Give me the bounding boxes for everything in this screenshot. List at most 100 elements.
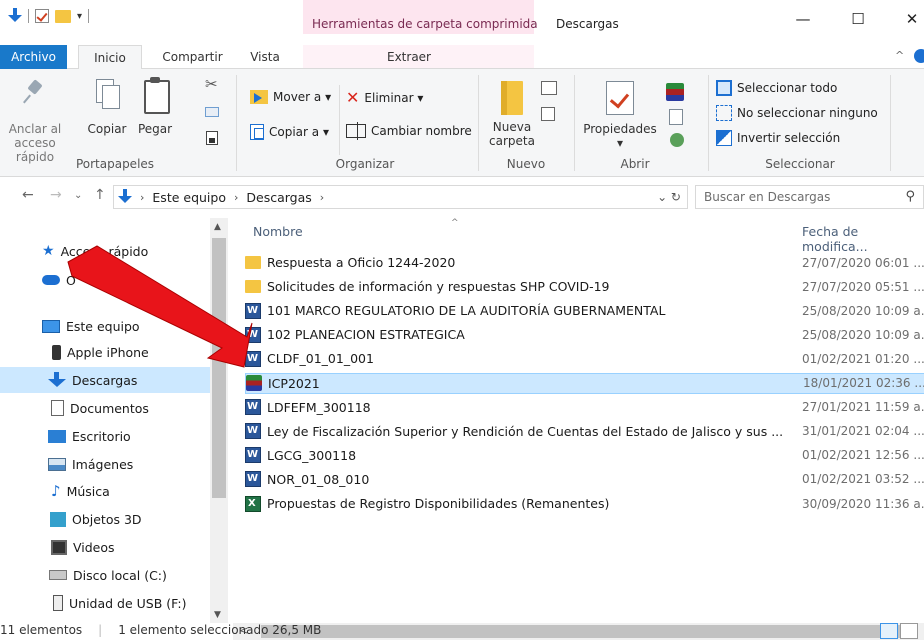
customize-toolbar-chevron-icon[interactable]: ▾ bbox=[77, 11, 82, 22]
breadcrumb-chevron-icon[interactable]: › bbox=[320, 191, 324, 204]
file-name: Ley de Fiscalización Superior y Rendició… bbox=[267, 423, 784, 439]
properties-label: Propiedades bbox=[583, 122, 657, 136]
group-divider bbox=[890, 75, 891, 171]
nav-item-apple-iphone[interactable]: Apple iPhone bbox=[0, 339, 210, 365]
back-arrow-icon[interactable]: ← bbox=[22, 187, 34, 203]
title-bar: ▾ Herramientas de carpeta comprimida Des… bbox=[0, 0, 924, 34]
paste-button[interactable]: Pegar bbox=[133, 77, 177, 136]
select-all-button[interactable]: Seleccionar todo bbox=[716, 80, 837, 96]
delete-button[interactable]: ✕ Eliminar ▾ bbox=[346, 90, 423, 106]
open-with-winrar-icon[interactable] bbox=[666, 83, 684, 101]
rename-button[interactable]: Cambiar nombre bbox=[346, 122, 472, 140]
nav-item-imagenes[interactable]: Imágenes bbox=[0, 451, 210, 477]
new-folder-quick-icon[interactable] bbox=[55, 9, 71, 23]
address-bar-row: ← → ⌄ ↑ › Este equipo › Descargas › ⌄ ↻ … bbox=[0, 182, 924, 212]
new-folder-button[interactable]: Nueva carpeta bbox=[484, 81, 540, 148]
collapse-ribbon-icon[interactable]: ^ bbox=[895, 49, 904, 62]
copy-path-icon[interactable] bbox=[205, 107, 219, 117]
select-none-button[interactable]: No seleccionar ninguno bbox=[716, 105, 878, 121]
file-row[interactable]: ICP2021 18/01/2021 02:36 ... bbox=[245, 372, 924, 394]
quick-access-toolbar: ▾ bbox=[8, 8, 90, 24]
nav-item-documentos[interactable]: Documentos bbox=[0, 395, 210, 421]
file-row[interactable]: Respuesta a Oficio 1244-2020 27/07/2020 0… bbox=[245, 252, 924, 273]
maximize-button[interactable]: ☐ bbox=[835, 10, 881, 32]
details-view-icon[interactable] bbox=[880, 623, 898, 639]
nav-item-videos[interactable]: Videos bbox=[0, 534, 210, 560]
horizontal-scrollbar-thumb[interactable] bbox=[261, 625, 901, 638]
properties-button[interactable]: Propiedades ▾ bbox=[582, 81, 658, 150]
file-row[interactable]: NOR_01_08_010 01/02/2021 03:52 ... bbox=[245, 469, 924, 490]
breadcrumb-chevron-icon[interactable]: › bbox=[140, 191, 144, 204]
horizontal-scrollbar[interactable]: < bbox=[233, 623, 924, 640]
nav-scrollbar-thumb[interactable] bbox=[212, 238, 226, 498]
file-row[interactable]: CLDF_01_01_001 01/02/2021 01:20 ... bbox=[245, 348, 924, 369]
group-divider bbox=[708, 75, 709, 171]
copy-button[interactable]: Copiar bbox=[80, 79, 134, 136]
cut-icon[interactable]: ✂ bbox=[205, 77, 218, 92]
word-document-icon bbox=[245, 302, 261, 319]
nav-item-unidad-usb[interactable]: Unidad de USB (F:) bbox=[0, 590, 210, 616]
file-row[interactable]: Solicitudes de información y respuestas … bbox=[245, 276, 924, 297]
group-label-clipboard: Portapapeles bbox=[75, 157, 155, 171]
up-arrow-icon[interactable]: ↑ bbox=[94, 187, 106, 203]
nav-label: Objetos 3D bbox=[72, 511, 142, 527]
word-document-icon bbox=[245, 471, 261, 488]
file-date: 01/02/2021 01:20 ... bbox=[802, 351, 924, 366]
tab-compartir[interactable]: Compartir bbox=[155, 45, 230, 69]
invert-selection-button[interactable]: Invertir selección bbox=[716, 130, 840, 146]
help-icon[interactable] bbox=[914, 49, 924, 63]
forward-arrow-icon[interactable]: → bbox=[50, 187, 62, 203]
nav-item-descargas[interactable]: Descargas bbox=[0, 367, 210, 393]
nav-item-onedrive[interactable]: O bbox=[0, 267, 210, 293]
breadcrumb-chevron-icon[interactable]: › bbox=[234, 191, 238, 204]
tab-vista[interactable]: Vista bbox=[245, 45, 285, 69]
properties-quick-icon[interactable] bbox=[35, 9, 49, 23]
file-row[interactable]: 102 PLANEACION ESTRATEGICA 25/08/2020 10:… bbox=[245, 324, 924, 345]
recent-locations-chevron-icon[interactable]: ⌄ bbox=[74, 190, 82, 201]
edit-icon[interactable] bbox=[669, 109, 683, 125]
usb-icon bbox=[53, 595, 63, 611]
new-item-icon[interactable] bbox=[541, 81, 557, 95]
file-row[interactable]: LDFEFM_300118 27/01/2021 11:59 a... bbox=[245, 397, 924, 418]
large-icons-view-icon[interactable] bbox=[900, 623, 918, 639]
nav-item-acceso-rapido[interactable]: ★ Acceso rápido bbox=[0, 238, 210, 264]
search-input[interactable]: Buscar en Descargas ⚲ bbox=[695, 185, 924, 209]
paste-shortcut-icon[interactable] bbox=[206, 131, 218, 145]
tab-extraer[interactable]: Extraer bbox=[372, 45, 446, 69]
nav-item-escritorio[interactable]: Escritorio bbox=[0, 423, 210, 449]
nav-item-musica[interactable]: ♪ Música bbox=[0, 478, 210, 504]
address-field[interactable]: › Este equipo › Descargas › ⌄ ↻ bbox=[113, 185, 688, 209]
group-label-select: Seleccionar bbox=[765, 157, 835, 171]
file-row[interactable]: LGCG_300118 01/02/2021 12:56 ... bbox=[245, 445, 924, 466]
status-bar: 11 elementos | 1 elemento seleccionado 2… bbox=[0, 623, 321, 641]
close-button[interactable]: ✕ bbox=[889, 10, 924, 32]
nav-item-objetos-3d[interactable]: Objetos 3D bbox=[0, 506, 210, 532]
history-icon[interactable] bbox=[670, 133, 684, 147]
file-name: ICP2021 bbox=[268, 375, 320, 391]
scroll-down-arrow-icon[interactable]: ▼ bbox=[214, 610, 221, 620]
nav-label: Unidad de USB (F:) bbox=[69, 595, 187, 611]
column-header-date[interactable]: Fecha de modifica... bbox=[802, 224, 924, 254]
folder-icon bbox=[245, 280, 261, 294]
breadcrumb-este-equipo[interactable]: Este equipo bbox=[152, 190, 226, 205]
file-row[interactable]: 101 MARCO REGULATORIO DE LA AUDITORÍA GU… bbox=[245, 300, 924, 321]
file-name: 102 PLANEACION ESTRATEGICA bbox=[267, 327, 465, 343]
minimize-button[interactable]: — bbox=[780, 10, 826, 32]
breadcrumb-descargas[interactable]: Descargas bbox=[246, 190, 311, 205]
file-row[interactable]: Propuestas de Registro Disponibilidades … bbox=[245, 493, 924, 514]
pin-quick-access-button[interactable]: Anclar al acceso rápido bbox=[4, 79, 66, 164]
nav-item-este-equipo[interactable]: Este equipo bbox=[0, 313, 210, 339]
group-divider bbox=[478, 75, 479, 171]
paste-label: Pegar bbox=[137, 122, 173, 136]
column-header-name[interactable]: Nombre bbox=[253, 224, 303, 239]
refresh-icon[interactable]: ⌄ ↻ bbox=[657, 190, 681, 204]
word-document-icon bbox=[245, 326, 261, 343]
scroll-up-arrow-icon[interactable]: ▲ bbox=[214, 222, 221, 232]
move-to-button[interactable]: Mover a ▾ bbox=[250, 90, 331, 104]
copy-to-button[interactable]: Copiar a ▾ bbox=[250, 124, 329, 140]
easy-access-icon[interactable] bbox=[541, 107, 555, 121]
file-row[interactable]: Ley de Fiscalización Superior y Rendició… bbox=[245, 421, 924, 442]
tab-archivo[interactable]: Archivo bbox=[0, 45, 67, 69]
tab-inicio[interactable]: Inicio bbox=[78, 45, 142, 70]
nav-item-disco-local[interactable]: Disco local (C:) bbox=[0, 562, 210, 588]
